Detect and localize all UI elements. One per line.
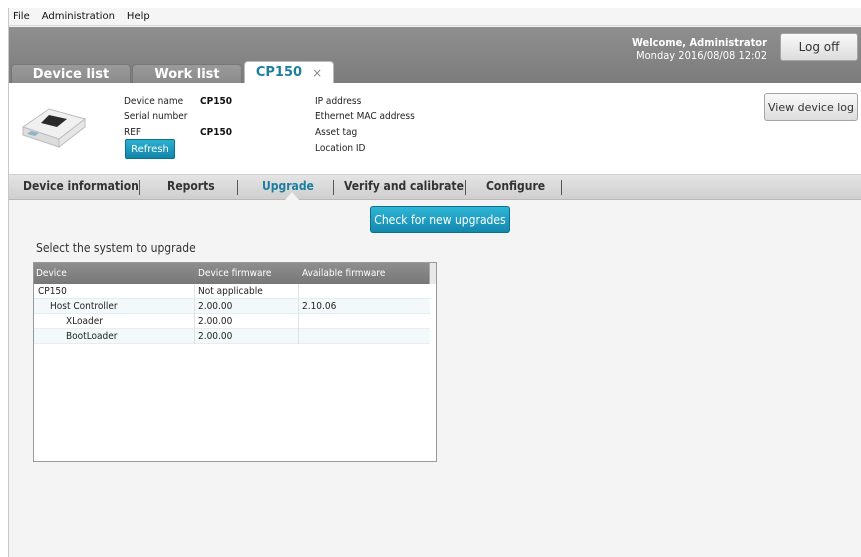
tab-device-information[interactable]: Device information [23,179,139,193]
ref-value: CP150 [200,127,232,138]
menu-administration[interactable]: Administration [42,11,115,22]
welcome-datetime: Monday 2016/08/08 12:02 [636,49,767,62]
device-name-label: Device name [124,96,184,107]
firmware-cell: 2.00.00 [198,316,233,327]
tab-reports[interactable]: Reports [167,179,215,193]
ip-address-label: IP address [315,96,362,107]
tab-configure[interactable]: Configure [486,179,545,193]
tab-cp150[interactable]: CP150 × [244,61,334,83]
subtab-separator [139,180,140,195]
device-cell: CP150 [38,286,67,297]
tab-device-list-label: Device list [32,67,110,82]
table-row[interactable]: Host Controller 2.00.00 2.10.06 [34,299,430,314]
column-header-device[interactable]: Device [36,268,67,279]
firmware-cell: 2.00.00 [198,301,233,312]
subtab-bar: Device information Reports Upgrade Verif… [9,175,861,200]
scrollbar[interactable] [429,263,436,284]
tab-work-list-label: Work list [154,67,220,82]
log-off-button[interactable]: Log off [780,33,858,61]
refresh-button[interactable]: Refresh [125,139,175,159]
firmware-cell: 2.00.00 [198,331,233,342]
mac-address-label: Ethernet MAC address [315,111,415,122]
column-header-available-firmware[interactable]: Available firmware [302,268,385,279]
device-name-value: CP150 [200,96,232,107]
subtab-separator [465,180,466,195]
tab-work-list[interactable]: Work list [132,64,242,84]
device-cell: Host Controller [50,301,118,312]
location-id-label: Location ID [315,143,366,154]
view-device-log-button[interactable]: View device log [764,93,858,121]
device-cell: BootLoader [66,331,118,342]
tab-cp150-label: CP150 [255,65,303,80]
close-icon[interactable]: × [312,66,322,80]
firmware-cell: Not applicable [198,286,263,297]
welcome-text: Welcome, Administrator Monday 2016/08/08… [632,36,767,62]
ref-label: REF [124,127,142,138]
upgrade-table: Device Device firmware Available firmwar… [33,262,437,462]
available-cell: 2.10.06 [302,301,337,312]
subtab-separator [237,180,238,195]
menu-help[interactable]: Help [127,11,150,22]
asset-tag-label: Asset tag [315,127,358,138]
table-row[interactable]: BootLoader 2.00.00 [34,329,430,344]
select-system-label: Select the system to upgrade [36,241,196,255]
welcome-user: Welcome, Administrator [631,36,767,49]
table-row[interactable]: XLoader 2.00.00 [34,314,430,329]
active-tab-indicator [285,192,299,200]
column-header-device-firmware[interactable]: Device firmware [198,268,271,279]
column-divider [194,284,195,344]
menu-file[interactable]: File [13,11,30,22]
subtab-separator [561,180,562,195]
menu-bar: File Administration Help [9,8,861,26]
device-image [21,108,87,149]
check-upgrades-button[interactable]: Check for new upgrades [370,206,510,233]
table-header: Device Device firmware Available firmwar… [34,263,430,284]
device-cell: XLoader [66,316,103,327]
device-info-panel: Device name Serial number REF CP150 CP15… [9,83,861,175]
app-window: File Administration Help Welcome, Admini… [8,8,861,557]
tab-verify-and-calibrate[interactable]: Verify and calibrate [344,179,464,193]
tab-device-list[interactable]: Device list [11,64,131,84]
serial-number-label: Serial number [124,111,188,122]
table-row[interactable]: CP150 Not applicable [34,284,430,299]
tab-upgrade[interactable]: Upgrade [262,179,314,193]
column-divider [298,284,299,344]
subtab-separator [333,180,334,195]
